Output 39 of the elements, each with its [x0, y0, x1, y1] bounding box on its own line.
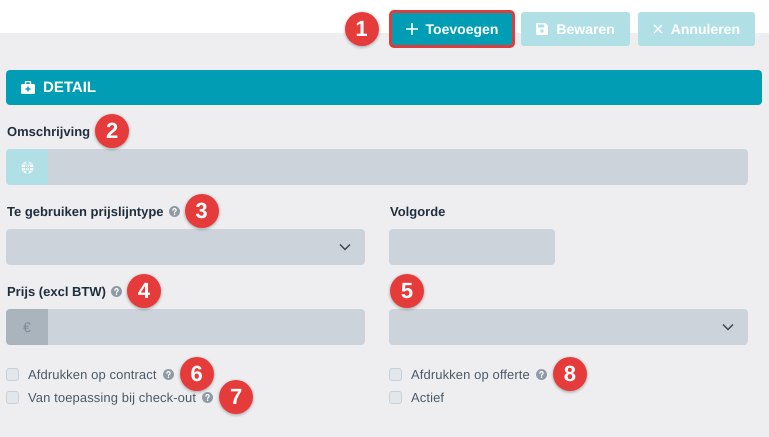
checkbox[interactable] — [6, 368, 19, 380]
text-field[interactable] — [6, 149, 748, 185]
field-label: Volgorde — [390, 204, 446, 218]
add-button[interactable]: Toevoegen — [390, 12, 514, 46]
briefcase-icon — [21, 81, 35, 94]
number-badge: 8 — [552, 357, 587, 391]
number-badge: 5 — [390, 274, 424, 308]
help-icon[interactable] — [168, 206, 180, 216]
number-badge: 6 — [180, 357, 214, 391]
number-badge: 3 — [184, 194, 219, 228]
number-field[interactable] — [389, 229, 555, 265]
help-icon[interactable] — [202, 392, 214, 402]
checkbox-label: Van toepassing bij check-out — [28, 390, 196, 404]
close-icon — [652, 24, 663, 34]
globe-icon — [20, 160, 34, 174]
checkbox[interactable] — [6, 390, 19, 404]
checkbox-label: Actief — [411, 390, 444, 404]
help-icon[interactable] — [110, 286, 122, 296]
plus-icon — [406, 23, 418, 35]
number-badge: 2 — [95, 114, 130, 148]
checkbox[interactable] — [389, 390, 402, 404]
help-icon[interactable] — [162, 368, 174, 380]
number-badge: 4 — [126, 274, 161, 308]
select-dropdown[interactable] — [6, 229, 365, 265]
price-field[interactable]: € — [6, 309, 365, 345]
number-badge: 1 — [344, 12, 379, 46]
checkbox-label: Afdrukken op offerte — [411, 366, 530, 382]
checkbox[interactable] — [389, 368, 402, 380]
select-dropdown[interactable] — [389, 309, 748, 345]
field-label: Te gebruiken prijslijntype — [7, 204, 164, 218]
checkbox-label: Afdrukken op contract — [28, 366, 157, 382]
field-label: Prijs (excl BTW) — [7, 284, 106, 298]
help-icon[interactable] — [536, 368, 547, 380]
section-title: DETAIL — [43, 79, 96, 96]
chevron-down-icon — [339, 243, 351, 251]
number-badge: 7 — [219, 380, 254, 414]
field-label: Omschrijving — [7, 124, 90, 138]
chevron-down-icon — [722, 323, 734, 331]
currency-symbol: € — [6, 309, 48, 345]
